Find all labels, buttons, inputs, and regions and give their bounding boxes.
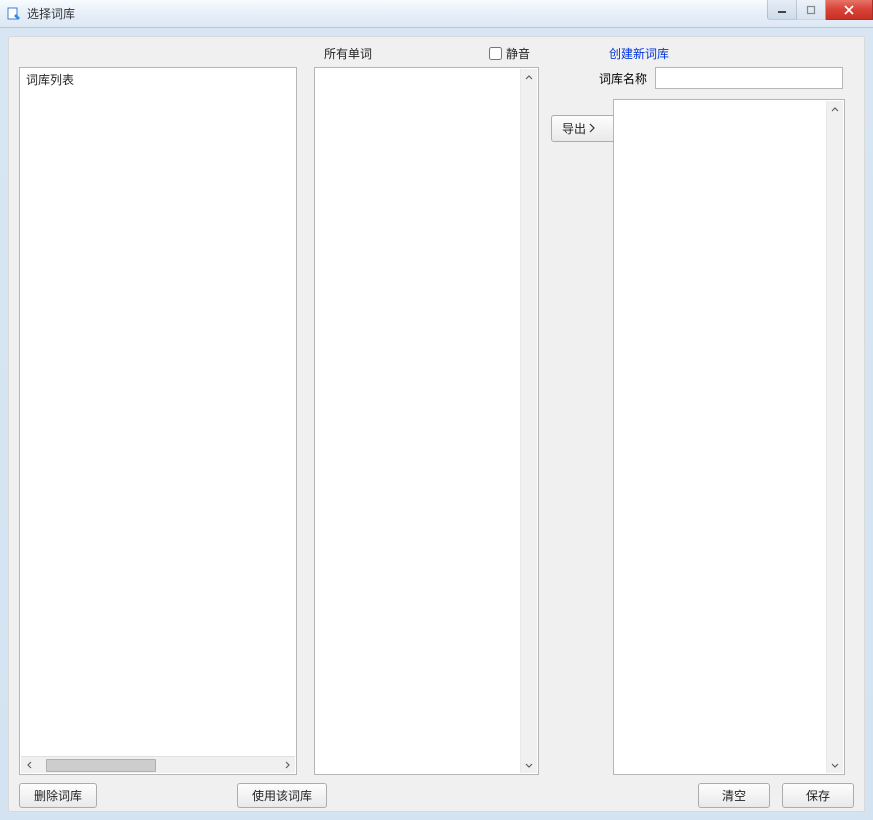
clear-button[interactable]: 清空 <box>698 783 770 808</box>
mute-label: 静音 <box>506 45 530 62</box>
client-area: 所有单词 静音 创建新词库 词库列表 <box>0 28 873 820</box>
all-words-listbox[interactable] <box>314 67 539 775</box>
export-button-label: 导出 <box>562 120 586 137</box>
maximize-button[interactable] <box>796 0 826 20</box>
use-wordbank-button[interactable]: 使用该词库 <box>237 783 327 808</box>
scroll-left-icon[interactable] <box>21 757 38 774</box>
save-button[interactable]: 保存 <box>782 783 854 808</box>
scroll-up-icon[interactable] <box>521 69 538 86</box>
wordbank-name-input[interactable] <box>655 67 843 89</box>
app-icon <box>6 6 22 22</box>
new-wordbank-column <box>613 99 845 775</box>
left-buttons-row: 删除词库 使用该词库 <box>19 783 327 808</box>
wordbank-name-label: 词库名称 <box>599 70 647 87</box>
all-words-vscrollbar[interactable] <box>520 69 537 773</box>
close-button[interactable] <box>825 0 873 20</box>
wordbank-listbox[interactable]: 词库列表 <box>19 67 297 775</box>
hscroll-track[interactable] <box>38 757 278 774</box>
wordbank-name-row: 词库名称 <box>599 67 843 89</box>
new-wordbank-listbox[interactable] <box>613 99 845 775</box>
window-title: 选择词库 <box>27 5 75 22</box>
scroll-down-icon[interactable] <box>521 756 538 773</box>
labels-row: 所有单词 静音 创建新词库 <box>19 45 854 63</box>
wordbank-list-column: 词库列表 <box>19 67 297 775</box>
wordbank-list-header: 词库列表 <box>20 68 296 91</box>
hscroll-thumb[interactable] <box>46 759 156 772</box>
scroll-down-icon[interactable] <box>827 756 844 773</box>
mute-checkbox[interactable] <box>489 47 502 60</box>
scroll-right-icon[interactable] <box>278 757 295 774</box>
chevron-right-icon <box>588 122 596 136</box>
minimize-button[interactable] <box>767 0 797 20</box>
all-words-label: 所有单词 <box>324 45 372 62</box>
horizontal-scrollbar[interactable] <box>21 756 295 773</box>
delete-wordbank-button[interactable]: 删除词库 <box>19 783 97 808</box>
window-controls <box>768 0 873 20</box>
all-words-column <box>314 67 539 775</box>
titlebar[interactable]: 选择词库 <box>0 0 873 28</box>
scroll-up-icon[interactable] <box>827 101 844 118</box>
mute-checkbox-wrap[interactable]: 静音 <box>489 45 530 62</box>
right-buttons-row: 清空 保存 <box>698 783 854 808</box>
new-wordbank-vscrollbar[interactable] <box>826 101 843 773</box>
create-new-wordbank-link[interactable]: 创建新词库 <box>609 45 669 62</box>
main-panel: 所有单词 静音 创建新词库 词库列表 <box>8 36 865 812</box>
